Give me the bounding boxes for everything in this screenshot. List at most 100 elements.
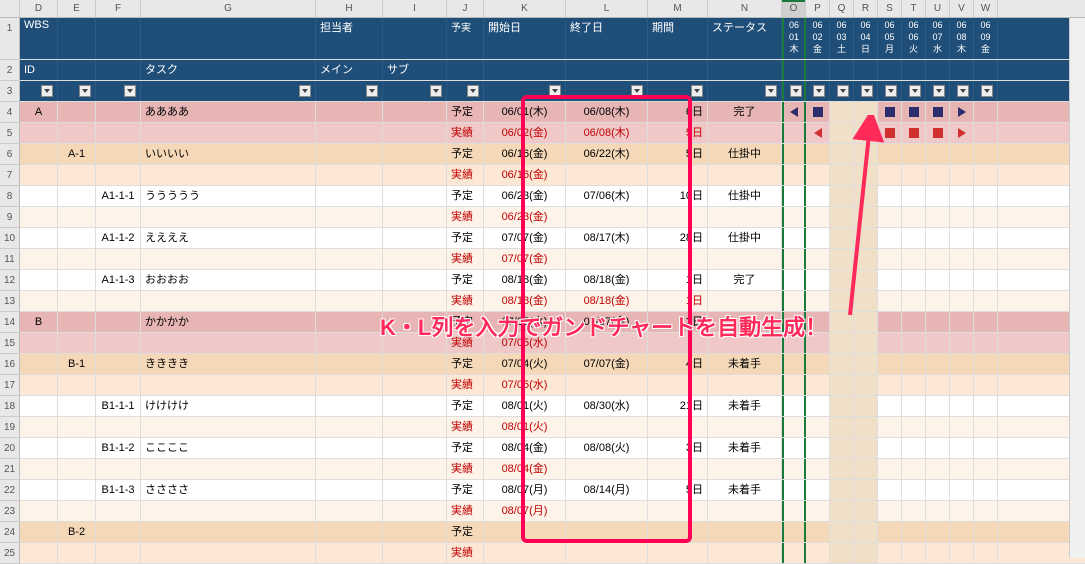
cell-D17[interactable] [20,375,58,395]
data-row-21[interactable]: 実績08/04(金) [20,459,1085,480]
gantt-O13[interactable] [782,291,806,311]
gantt-W18[interactable] [974,396,998,416]
gantt-V8[interactable] [950,186,974,206]
gantt-O7[interactable] [782,165,806,185]
cell-E14[interactable] [58,312,96,332]
gantt-O15[interactable] [782,333,806,353]
gantt-T11[interactable] [902,249,926,269]
cell-start-19[interactable]: 08/01(火) [484,417,566,437]
gantt-P11[interactable] [806,249,830,269]
col-header-R[interactable]: R [854,0,878,17]
gantt-U23[interactable] [926,501,950,521]
cell-D11[interactable] [20,249,58,269]
cell-F17[interactable] [96,375,141,395]
gantt-T18[interactable] [902,396,926,416]
gantt-P4[interactable] [806,102,830,122]
gantt-V10[interactable] [950,228,974,248]
cell-E9[interactable] [58,207,96,227]
filter-R[interactable] [854,81,878,101]
cell-status-23[interactable] [708,501,782,521]
cell-F7[interactable] [96,165,141,185]
cell-D7[interactable] [20,165,58,185]
cell-E10[interactable] [58,228,96,248]
filter-D[interactable] [20,81,58,101]
gantt-V18[interactable] [950,396,974,416]
cell-F20[interactable]: B1-1-2 [96,438,141,458]
gantt-R24[interactable] [854,522,878,542]
gantt-W14[interactable] [974,312,998,332]
data-row-4[interactable]: Aああああ予定06/01(木)06/08(木)6日完了 [20,102,1085,123]
col-header-V[interactable]: V [950,0,974,17]
cell-end-14[interactable]: 07/07(金) [566,312,648,332]
row-header-7[interactable]: 7 [0,165,20,186]
gantt-R23[interactable] [854,501,878,521]
row-headers[interactable]: 1234567891011121314151617181920212223242… [0,18,20,564]
row-header-21[interactable]: 21 [0,459,20,480]
filter-N[interactable] [708,81,782,101]
gantt-R22[interactable] [854,480,878,500]
gantt-R15[interactable] [854,333,878,353]
cell-start-14[interactable]: 07/05(水) [484,312,566,332]
col-header-D[interactable]: D [20,0,58,17]
gantt-R11[interactable] [854,249,878,269]
row-header-16[interactable]: 16 [0,354,20,375]
col-header-P[interactable]: P [806,0,830,17]
gantt-R13[interactable] [854,291,878,311]
filter-G[interactable] [141,81,316,101]
gantt-T13[interactable] [902,291,926,311]
cell-end-19[interactable] [566,417,648,437]
cell-F13[interactable] [96,291,141,311]
filter-dropdown-icon[interactable] [631,85,643,97]
gantt-U18[interactable] [926,396,950,416]
row-header-8[interactable]: 8 [0,186,20,207]
cell-F14[interactable] [96,312,141,332]
cell-dur-19[interactable] [648,417,708,437]
filter-dropdown-icon[interactable] [885,85,897,97]
row-header-22[interactable]: 22 [0,480,20,501]
cell-start-12[interactable]: 08/18(金) [484,270,566,290]
row-header-11[interactable]: 11 [0,249,20,270]
cell-F15[interactable] [96,333,141,353]
cell-status-25[interactable] [708,543,782,563]
gantt-T9[interactable] [902,207,926,227]
cell-F11[interactable] [96,249,141,269]
row-header-23[interactable]: 23 [0,501,20,522]
gantt-S12[interactable] [878,270,902,290]
cell-yojitsu-4[interactable]: 予定 [447,102,484,122]
gantt-O19[interactable] [782,417,806,437]
gantt-O18[interactable] [782,396,806,416]
cell-end-11[interactable] [566,249,648,269]
gantt-P13[interactable] [806,291,830,311]
vertical-scrollbar[interactable] [1069,18,1085,558]
gantt-V6[interactable] [950,144,974,164]
cell-task-4[interactable]: ああああ [141,102,316,122]
gantt-W9[interactable] [974,207,998,227]
col-header-S[interactable]: S [878,0,902,17]
gantt-W20[interactable] [974,438,998,458]
cell-dur-22[interactable]: 5日 [648,480,708,500]
cell-start-5[interactable]: 06/02(金) [484,123,566,143]
cell-E18[interactable] [58,396,96,416]
gantt-T21[interactable] [902,459,926,479]
col-header-O[interactable]: O [782,0,806,17]
gantt-S21[interactable] [878,459,902,479]
gantt-T4[interactable] [902,102,926,122]
gantt-V22[interactable] [950,480,974,500]
filter-M[interactable] [648,81,708,101]
filter-U[interactable] [926,81,950,101]
cell-D25[interactable] [20,543,58,563]
cell-status-21[interactable] [708,459,782,479]
gantt-P18[interactable] [806,396,830,416]
gantt-V23[interactable] [950,501,974,521]
cell-F16[interactable] [96,354,141,374]
cell-start-18[interactable]: 08/01(火) [484,396,566,416]
cell-E24[interactable]: B-2 [58,522,96,542]
cell-task-13[interactable] [141,291,316,311]
gantt-O23[interactable] [782,501,806,521]
gantt-V9[interactable] [950,207,974,227]
filter-dropdown-icon[interactable] [933,85,945,97]
cell-F25[interactable] [96,543,141,563]
gantt-P16[interactable] [806,354,830,374]
gantt-W5[interactable] [974,123,998,143]
col-header-K[interactable]: K [484,0,566,17]
